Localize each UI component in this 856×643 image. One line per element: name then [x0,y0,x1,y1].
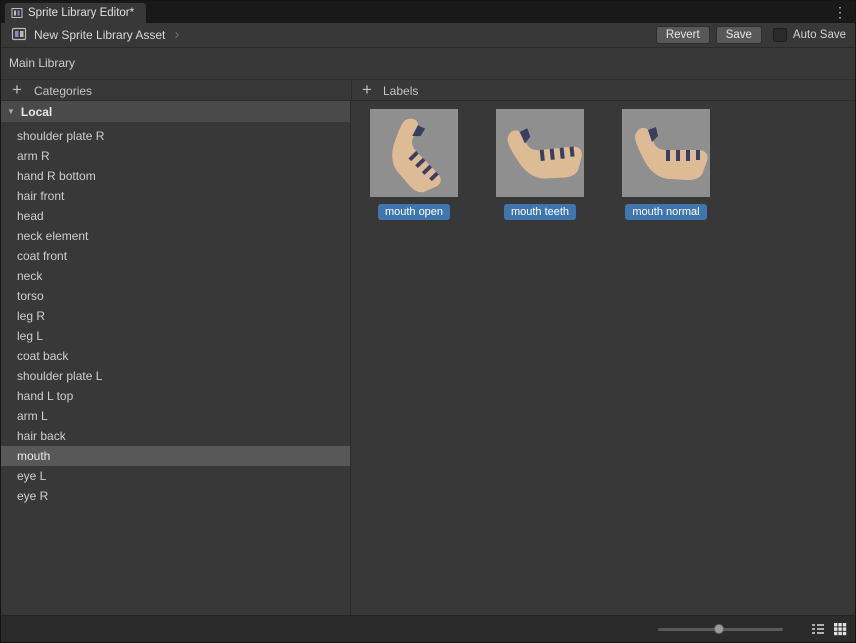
category-label: mouth [17,449,50,463]
category-row[interactable]: arm L [1,406,350,426]
sprite-library-icon [11,7,23,19]
category-row[interactable]: coat back [1,346,350,366]
main-library-row: Main Library None (Sprite Library Asset) [1,48,855,78]
category-row[interactable]: hair back [1,426,350,446]
category-label: eye R [17,489,48,503]
category-label: hand R bottom [17,169,96,183]
main-library-label: Main Library [9,56,75,70]
sprite-library-asset-icon [11,26,27,45]
sprite-thumbnail[interactable] [496,109,584,197]
category-label: leg L [17,329,43,343]
category-label: coat front [17,249,67,263]
category-row[interactable]: hand L top [1,386,350,406]
footer-bar [1,615,855,642]
category-row[interactable]: shoulder plate R [1,126,350,146]
slider-thumb[interactable] [714,624,724,634]
tab-bar: Sprite Library Editor* ⋮ [1,1,855,23]
label-name-badge[interactable]: mouth normal [625,204,706,220]
tab-sprite-library-editor[interactable]: Sprite Library Editor* [5,3,146,23]
toolbar-actions: Revert Save Auto Save [656,26,855,44]
labels-panel-title: Labels [383,84,418,98]
category-label: neck element [17,229,88,243]
foldout-arrow-icon[interactable]: ▼ [7,107,15,116]
auto-save-label: Auto Save [793,29,846,41]
sprite-library-editor-window: Sprite Library Editor* ⋮ New Sprite Libr… [0,0,856,643]
label-name-badge[interactable]: mouth teeth [504,204,576,220]
category-row[interactable]: head [1,206,350,226]
tab-title: Sprite Library Editor* [28,7,134,19]
header-divider [351,80,352,100]
category-label: arm R [17,149,50,163]
category-row[interactable]: neck element [1,226,350,246]
more-options-icon[interactable]: ⋮ [833,3,847,21]
category-label: leg R [17,309,45,323]
category-row[interactable]: leg R [1,306,350,326]
auto-save-checkbox[interactable] [773,28,787,42]
breadcrumb-asset-name: New Sprite Library Asset [34,28,165,42]
categories-panel-title: Categories [34,84,92,98]
category-label: neck [17,269,42,283]
category-row[interactable]: neck [1,266,350,286]
local-group-label: Local [21,105,52,119]
local-group-header[interactable]: ▼ Local [1,101,350,122]
add-category-button[interactable]: + [8,80,26,100]
list-view-icon[interactable] [811,622,825,636]
category-row[interactable]: shoulder plate L [1,366,350,386]
label-item: mouth open [370,109,458,220]
label-badge-row: mouth teeth [496,204,584,220]
label-badge-row: mouth open [370,204,458,220]
category-row[interactable]: coat front [1,246,350,266]
category-label: shoulder plate R [17,129,104,143]
panel-headers: + Categories + Labels [1,79,855,101]
thumbnail-size-slider[interactable] [658,628,783,631]
revert-button[interactable]: Revert [656,26,710,44]
mouth-sprite-image [622,109,710,197]
add-label-button[interactable]: + [358,80,376,100]
category-label: torso [17,289,44,303]
grid-view-icon[interactable] [833,622,847,636]
category-row[interactable]: hair front [1,186,350,206]
mouth-sprite-image [496,109,584,197]
breadcrumb[interactable]: New Sprite Library Asset › [1,26,179,45]
category-row[interactable]: leg L [1,326,350,346]
label-item: mouth teeth [496,109,584,220]
category-label: eye L [17,469,46,483]
category-row[interactable]: eye R [1,486,350,506]
category-label: hand L top [17,389,73,403]
save-button[interactable]: Save [716,26,762,44]
category-row[interactable]: eye L [1,466,350,486]
category-label: coat back [17,349,68,363]
sprite-thumbnail[interactable] [622,109,710,197]
category-list: shoulder plate R arm R hand R bottom hai… [1,126,350,506]
category-row[interactable]: mouth [1,446,350,466]
label-item: mouth normal [622,109,710,220]
label-badge-row: mouth normal [622,204,710,220]
mouth-sprite-image [370,109,458,197]
labels-panel: mouth open [352,101,855,615]
sprite-thumbnail[interactable] [370,109,458,197]
category-row[interactable]: hand R bottom [1,166,350,186]
category-label: head [17,209,44,223]
toolbar: New Sprite Library Asset › Revert Save A… [1,23,855,48]
label-grid: mouth open [352,101,855,220]
category-label: hair front [17,189,64,203]
category-row[interactable]: arm R [1,146,350,166]
category-label: arm L [17,409,48,423]
label-name-badge[interactable]: mouth open [378,204,450,220]
category-row[interactable]: torso [1,286,350,306]
breadcrumb-separator-icon: › [174,29,179,41]
category-label: hair back [17,429,66,443]
category-label: shoulder plate L [17,369,102,383]
categories-panel: ▼ Local shoulder plate R arm R hand R bo… [1,101,351,615]
